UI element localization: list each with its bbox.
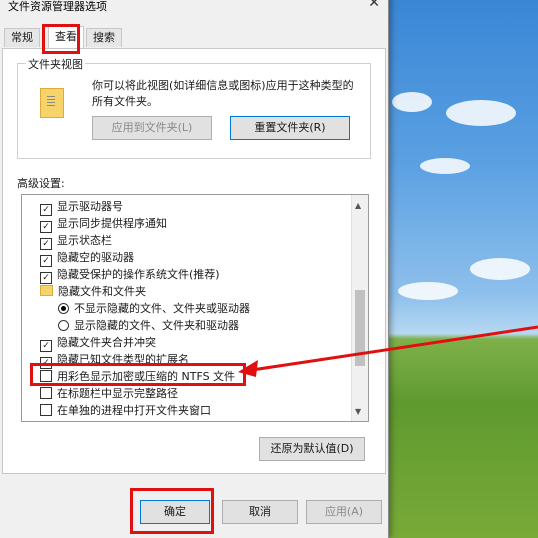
arrow-line xyxy=(251,325,538,372)
arrow-head-icon xyxy=(238,360,258,377)
annotation-arrow xyxy=(238,325,538,377)
